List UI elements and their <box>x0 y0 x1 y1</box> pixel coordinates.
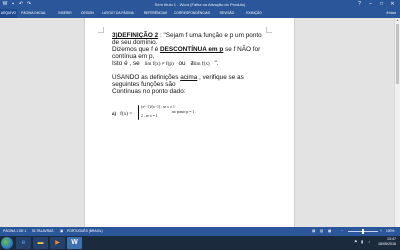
page-count[interactable]: PÁGINA 1 DE 1 <box>3 227 26 236</box>
status-bar: PÁGINA 1 DE 1 91 PALAVRAS ▣ PORTUGUÊS (B… <box>0 227 400 236</box>
flag-icon[interactable]: ⚑ <box>354 240 358 244</box>
vertical-scrollbar[interactable]: ▲ ▼ <box>394 18 400 236</box>
formula-line: Isto é , se lim f(x) ≠ f(p) ou ∄lim f(x)… <box>112 60 219 67</box>
exercise-point: no ponto p = 1 . <box>172 110 197 114</box>
close-button[interactable]: ✕ <box>387 0 398 9</box>
tab-home[interactable]: PÁGINA INICIAL <box>20 9 47 18</box>
window-controls: ? – □ ✕ <box>354 0 398 9</box>
title-bar: W ▪ ↶ ↷ Sem título 1 - Word (Falha na At… <box>0 0 400 9</box>
piecewise-brace <box>138 105 140 120</box>
definition-heading: 3)DEFINIÇÃO 2 <box>112 32 159 39</box>
language-indicator[interactable]: PORTUGUÊS (BRASIL) <box>67 227 103 236</box>
tab-references[interactable]: REFERÊNCIAS <box>143 9 168 18</box>
start-button-icon[interactable] <box>1 237 13 249</box>
word-count[interactable]: 91 PALAVRAS <box>32 227 54 236</box>
tab-design[interactable]: DESIGN <box>79 9 96 18</box>
margin-mark-top-left <box>98 27 104 33</box>
text-line: seguintes funções são <box>112 81 176 88</box>
tab-insert[interactable]: INSERIR <box>56 9 74 18</box>
zoom-in-icon[interactable]: + <box>380 227 382 236</box>
read-mode-icon[interactable]: ▤ <box>312 227 315 236</box>
tab-file[interactable]: ARQUIVO <box>0 9 17 18</box>
proofing-icon[interactable]: ▣ <box>60 227 63 236</box>
ribbon-tabs: ARQUIVO PÁGINA INICIAL INSERIR DESIGN LA… <box>0 9 400 18</box>
sign-in-link[interactable]: Entrar <box>386 9 396 18</box>
volume-icon[interactable]: ♪ <box>368 240 372 244</box>
text-line: de seu domínio. <box>112 39 158 46</box>
scroll-up-icon[interactable]: ▲ <box>395 18 400 23</box>
window-title: Sem título 1 - Word (Falha na Ativação d… <box>154 2 246 7</box>
print-layout-icon[interactable]: ▥ <box>320 227 323 236</box>
zoom-slider-thumb[interactable] <box>362 229 364 234</box>
tab-page-layout[interactable]: LAYOUT DA PÁGINA <box>101 9 135 18</box>
web-layout-icon[interactable]: ▦ <box>328 227 331 236</box>
limit-formula-1: lim f(x) ≠ f(p) <box>144 61 174 67</box>
tab-review[interactable]: REVISÃO <box>218 9 236 18</box>
taskbar: e ▬ ▶ W ⚑ ▮ ♪ 13:47 18/05/2016 <box>0 236 400 250</box>
system-tray: ⚑ ▮ ♪ <box>354 240 372 244</box>
text-line: contínua em p, <box>112 53 155 60</box>
exercise-label: a) <box>112 111 116 116</box>
zoom-level[interactable]: 100% <box>386 227 394 236</box>
internet-explorer-icon[interactable]: e <box>16 237 31 249</box>
clock-date: 18/05/2016 <box>378 242 396 246</box>
maximize-button[interactable]: □ <box>376 0 387 9</box>
paragraph-definition: 3)DEFINIÇÃO 2 : "Sejam f uma função e p … <box>112 32 262 39</box>
piecewise-case-1: (x²−1)/(x−1) , se x ≠ 1 <box>141 105 175 109</box>
tab-mailings[interactable]: CORRESPONDÊNCIAS <box>174 9 210 18</box>
zoom-out-icon[interactable]: − <box>341 227 343 236</box>
margin-mark-top-right <box>266 27 272 33</box>
text-line: Contínuas no ponto dado: <box>112 88 186 95</box>
file-explorer-icon[interactable]: ▬ <box>33 237 48 249</box>
clock[interactable]: 13:47 18/05/2016 <box>378 237 396 247</box>
text-line: USANDO as definições acima , verifique s… <box>112 74 244 81</box>
network-icon[interactable]: ▮ <box>361 240 365 244</box>
text-line: Dizemos que f é DESCONTÍNUA em p se f NÃ… <box>112 46 261 53</box>
discontinuous-term: DESCONTÍNUA em p <box>159 46 224 53</box>
media-player-icon[interactable]: ▶ <box>50 237 65 249</box>
word-taskbar-icon[interactable]: W <box>67 237 82 249</box>
tab-view[interactable]: EXIBIÇÃO <box>244 9 264 18</box>
limit-formula-2: ∄lim f(x) <box>190 61 210 67</box>
help-button[interactable]: ? <box>354 0 365 9</box>
minimize-button[interactable]: – <box>365 0 376 9</box>
scroll-thumb[interactable] <box>396 24 399 84</box>
exercise-a: a) f(x) = <box>112 111 133 117</box>
piecewise-case-2: 2 , se x = 1 <box>141 114 158 118</box>
